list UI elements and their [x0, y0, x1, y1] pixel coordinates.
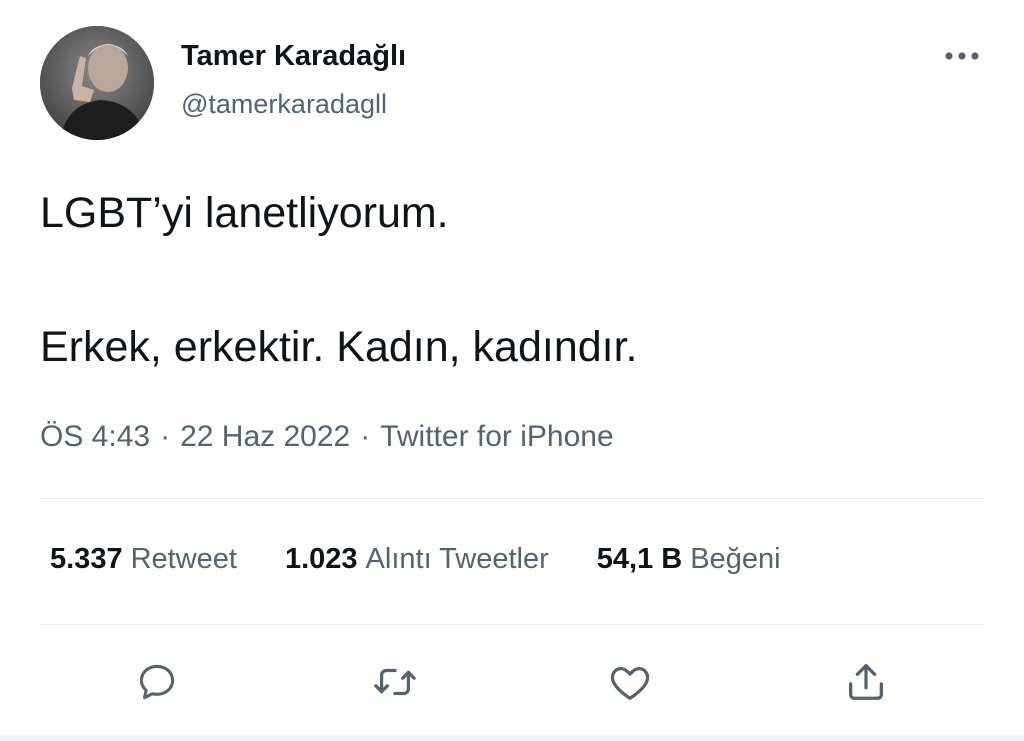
tweet-text-line-1: LGBT’yi lanetliyorum. [40, 189, 449, 237]
like-stat[interactable]: 54,1 B Beğeni [597, 543, 781, 576]
retweet-icon [372, 659, 418, 710]
heart-icon [607, 659, 653, 710]
tweet-time[interactable]: ÖS 4:43 [40, 420, 150, 453]
meta-separator: · [160, 420, 171, 453]
retweet-count: 5.337 [50, 543, 123, 575]
like-label: Beğeni [690, 543, 781, 575]
avatar-image [40, 26, 154, 140]
share-icon [843, 659, 889, 710]
tweet-text-line-2: Erkek, erkektir. Kadın, kadındır. [40, 323, 638, 371]
author-handle[interactable]: @tamerkaradagll [181, 89, 387, 120]
tweet-source[interactable]: Twitter for iPhone [380, 420, 613, 453]
like-count: 54,1 B [596, 543, 683, 575]
tweet-card: Tamer Karadağlı @tamerkaradagll LGBT’yi … [0, 0, 1024, 741]
retweet-button[interactable] [363, 652, 427, 716]
quote-count: 1.023 [284, 543, 358, 575]
retweet-label: Retweet [130, 543, 237, 575]
tweet-stats: 5.337 Retweet 1.023 Alıntı Tweetler 54,1 B… [50, 543, 781, 576]
divider [40, 498, 984, 499]
more-options-button[interactable] [940, 42, 984, 72]
retweet-stat[interactable]: 5.337 Retweet [50, 543, 237, 576]
meta-separator: · [360, 420, 371, 453]
avatar[interactable] [40, 26, 154, 140]
more-horizontal-icon [944, 48, 980, 66]
bottom-edge [0, 735, 1024, 741]
tweet-meta: ÖS 4:43 · 22 Haz 2022 · Twitter for iPhone [40, 420, 614, 454]
quote-stat[interactable]: 1.023 Alıntı Tweetler [285, 543, 549, 576]
quote-label: Alıntı Tweetler [365, 543, 549, 575]
author-name[interactable]: Tamer Karadağlı [181, 40, 406, 73]
reply-icon [135, 660, 179, 709]
like-button[interactable] [598, 652, 662, 716]
reply-button[interactable] [125, 652, 189, 716]
tweet-date[interactable]: 22 Haz 2022 [180, 420, 350, 453]
tweet-actions [0, 652, 1024, 716]
share-button[interactable] [834, 652, 898, 716]
divider [40, 624, 984, 625]
